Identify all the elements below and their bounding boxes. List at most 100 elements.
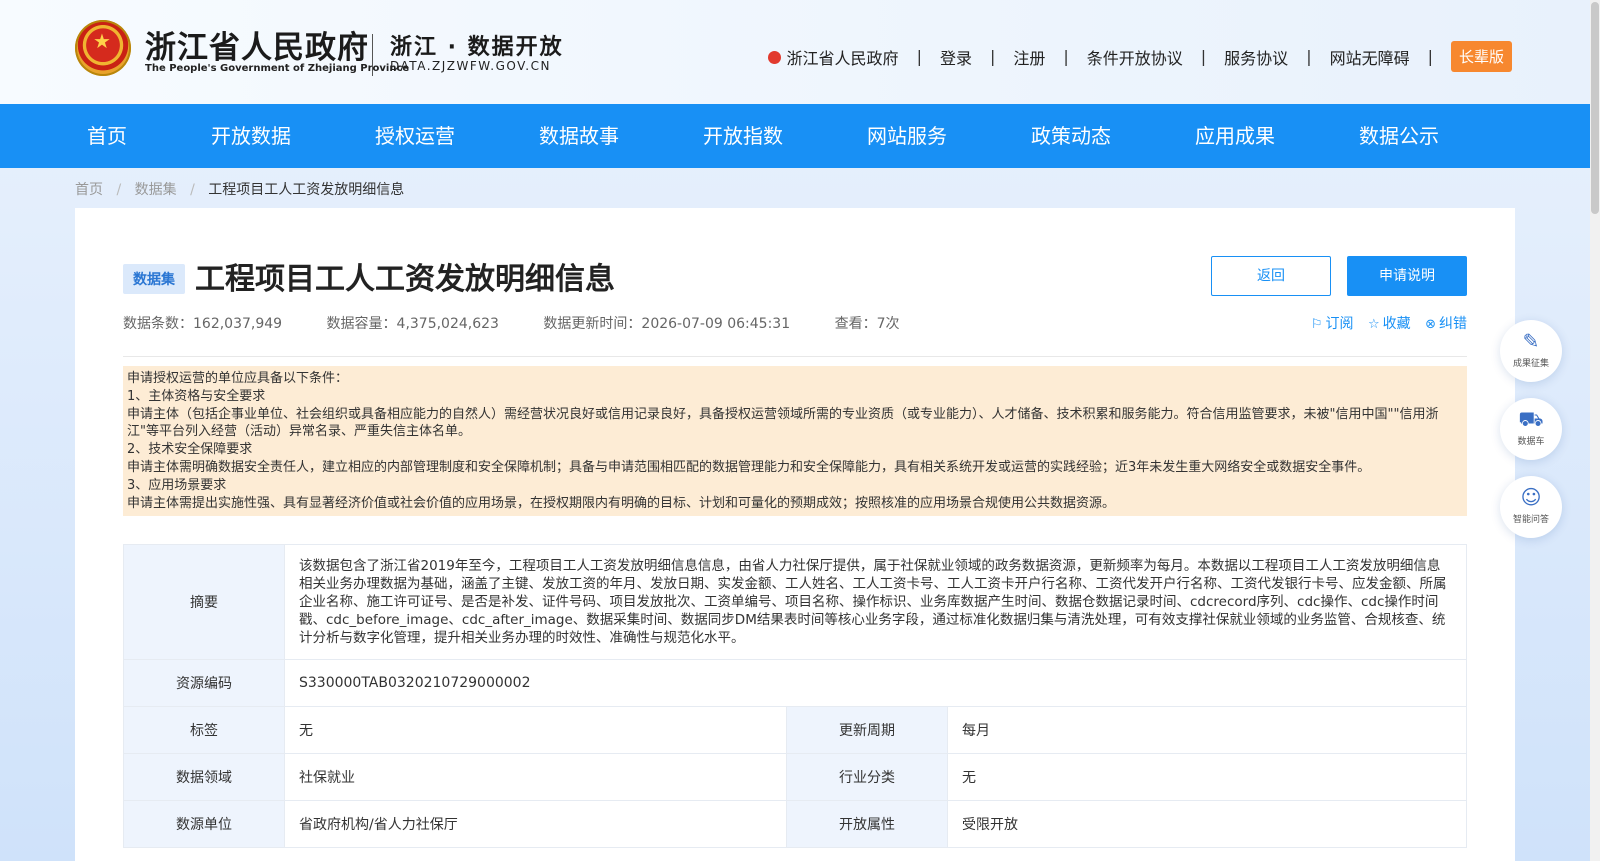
nav-item-open-data[interactable]: 开放数据	[211, 104, 291, 168]
tags-value: 无	[284, 706, 787, 754]
portal-name[interactable]: 浙江 · 数据开放	[390, 29, 564, 61]
data-cart-button[interactable]: ⛟ 数据车	[1500, 398, 1562, 460]
data-cart-label: 数据车	[1517, 437, 1545, 447]
nav-item-open-index[interactable]: 开放指数	[703, 104, 783, 168]
notice-line: 申请主体需明确数据安全责任人，建立相应的内部管理制度和安全保障机制；具备与申请范…	[127, 459, 1371, 475]
breadcrumb-separator: /	[116, 182, 122, 198]
edit-document-icon: ✎	[1522, 329, 1540, 353]
authorization-notice: 申请授权运营的单位应具备以下条件： 1、主体资格与安全要求 申请主体（包括企事业…	[123, 366, 1467, 517]
back-button[interactable]: 返回	[1211, 256, 1331, 296]
site-header: 浙江省人民政府 The People's Government of Zheji…	[0, 0, 1590, 104]
gov-name[interactable]: 浙江省人民政府	[145, 22, 369, 67]
update-time: 数据更新时间：2026-07-09 06:45:31	[543, 316, 791, 332]
nav-item-home[interactable]: 首页	[87, 104, 127, 168]
data-domain-label: 数据领域	[123, 753, 285, 801]
gov-link[interactable]: 浙江省人民政府	[787, 45, 899, 69]
logo-divider	[372, 34, 373, 76]
elder-mode-button[interactable]: 长辈版	[1450, 41, 1512, 72]
open-attribute-value: 受限开放	[947, 800, 1467, 848]
table-row: 标签 无 更新周期 每月	[123, 706, 1467, 754]
gov-badge-icon	[767, 51, 781, 64]
login-link[interactable]: 登录	[940, 45, 972, 69]
breadcrumb-separator: /	[190, 182, 195, 198]
industry-value: 无	[947, 753, 1467, 801]
tags-label: 标签	[123, 706, 285, 754]
report-error-action[interactable]: ⊗ 纠错	[1425, 316, 1467, 332]
favorite-label: 收藏	[1382, 316, 1411, 332]
resource-code-value: S330000TAB0320210729000002	[284, 659, 1467, 707]
dataset-type-badge: 数据集	[123, 264, 185, 294]
nav-item-authorized-operation[interactable]: 授权运营	[375, 104, 455, 168]
nav-item-data-disclosure[interactable]: 数据公示	[1359, 104, 1439, 168]
link-separator: |	[1306, 47, 1312, 66]
table-row: 数源单位 省政府机构/省人力社保厅 开放属性 受限开放	[123, 800, 1467, 848]
dataset-detail-card: 数据集 工程项目工人工资发放明细信息 返回 申请说明 数据条数：162,037,…	[75, 208, 1515, 861]
robot-icon: ☺	[1520, 485, 1542, 509]
subscribe-label: 订阅	[1325, 316, 1354, 332]
results-collection-button[interactable]: ✎ 成果征集	[1500, 320, 1562, 382]
link-separator: |	[1427, 47, 1433, 66]
results-collection-label: 成果征集	[1512, 359, 1549, 369]
report-label: 纠错	[1439, 316, 1467, 332]
notice-line: 申请主体需提出实施性强、具有显著经济价值或社会价值的应用场景，在授权期限内有明确…	[127, 495, 1116, 511]
apply-instructions-button[interactable]: 申请说明	[1347, 256, 1467, 296]
bookmark-icon: ⚐	[1310, 317, 1323, 332]
register-link[interactable]: 注册	[1013, 45, 1045, 69]
dataset-info-table: 摘要 该数据包含了浙江省2019年至今，工程项目工人工资发放明细信息信息，由省人…	[123, 544, 1467, 848]
link-separator: |	[1063, 47, 1069, 66]
breadcrumb-datasets[interactable]: 数据集	[135, 182, 177, 198]
resource-code-label: 资源编码	[123, 659, 285, 707]
record-count: 数据条数：162,037,949	[123, 316, 283, 332]
favorite-action[interactable]: ☆ 收藏	[1368, 316, 1411, 332]
update-cycle-label: 更新周期	[786, 706, 948, 754]
source-unit-label: 数源单位	[123, 800, 285, 848]
dataset-actions: ⚐ 订阅 ☆ 收藏 ⊗ 纠错	[1301, 313, 1467, 333]
breadcrumb: 首页 / 数据集 / 工程项目工人工资发放明细信息	[75, 179, 404, 199]
smart-qa-label: 智能问答	[1512, 515, 1549, 525]
link-separator: |	[1200, 47, 1207, 66]
conditional-agreement-link[interactable]: 条件开放协议	[1087, 45, 1183, 69]
portal-url: DATA.ZJZWFW.GOV.CN	[390, 59, 551, 73]
industry-label: 行业分类	[786, 753, 948, 801]
notice-line: 3、应用场景要求	[127, 477, 227, 493]
cart-icon: ⛟	[1518, 407, 1544, 431]
smart-qa-button[interactable]: ☺ 智能问答	[1500, 476, 1562, 538]
summary-value: 该数据包含了浙江省2019年至今，工程项目工人工资发放明细信息信息，由省人力社保…	[284, 544, 1467, 660]
scrollbar-thumb[interactable]	[1591, 2, 1599, 214]
notice-line: 申请主体（包括企事业单位、社会组织或具备相应能力的自然人）需经营状况良好或信用记…	[127, 406, 1439, 440]
nav-item-site-services[interactable]: 网站服务	[867, 104, 947, 168]
open-attribute-label: 开放属性	[786, 800, 948, 848]
source-unit-value: 省政府机构/省人力社保厅	[284, 800, 787, 848]
update-cycle-value: 每月	[947, 706, 1467, 754]
divider	[123, 356, 1467, 357]
table-row: 数据领域 社保就业 行业分类 无	[123, 753, 1467, 801]
error-circle-icon: ⊗	[1425, 317, 1436, 332]
dataset-stats: 数据条数：162,037,949 数据容量：4,375,024,623 数据更新…	[123, 313, 940, 333]
page-title: 工程项目工人工资发放明细信息	[195, 262, 615, 297]
summary-label: 摘要	[123, 544, 285, 660]
link-separator: |	[989, 47, 996, 66]
breadcrumb-home[interactable]: 首页	[75, 182, 103, 198]
view-count: 查看：7次	[834, 316, 900, 332]
star-icon: ☆	[1367, 317, 1380, 332]
notice-line: 申请授权运营的单位应具备以下条件：	[127, 371, 349, 386]
main-nav: 首页 开放数据 授权运营 数据故事 开放指数 网站服务 政策动态 应用成果 数据…	[0, 104, 1590, 168]
notice-line: 2、技术安全保障要求	[127, 442, 253, 458]
data-domain-value: 社保就业	[284, 753, 787, 801]
table-row: 摘要 该数据包含了浙江省2019年至今，工程项目工人工资发放明细信息信息，由省人…	[123, 544, 1467, 660]
nav-item-data-stories[interactable]: 数据故事	[539, 104, 619, 168]
subscribe-action[interactable]: ⚐ 订阅	[1311, 316, 1354, 332]
data-capacity: 数据容量：4,375,024,623	[326, 316, 499, 332]
national-emblem-logo	[75, 20, 131, 76]
notice-line: 1、主体资格与安全要求	[127, 388, 266, 404]
gov-name-english: The People's Government of Zhejiang Prov…	[145, 63, 410, 74]
top-links: 浙江省人民政府 | 登录 | 注册 | 条件开放协议 | 服务协议 | 网站无障…	[767, 41, 1512, 72]
link-separator: |	[916, 47, 922, 66]
table-row: 资源编码 S330000TAB0320210729000002	[123, 659, 1467, 707]
nav-item-policy-news[interactable]: 政策动态	[1031, 104, 1111, 168]
breadcrumb-current: 工程项目工人工资发放明细信息	[208, 182, 405, 198]
accessibility-link[interactable]: 网站无障碍	[1330, 45, 1410, 69]
page-scrollbar[interactable]	[1590, 0, 1600, 861]
nav-item-applications[interactable]: 应用成果	[1195, 104, 1275, 168]
service-agreement-link[interactable]: 服务协议	[1224, 45, 1288, 69]
